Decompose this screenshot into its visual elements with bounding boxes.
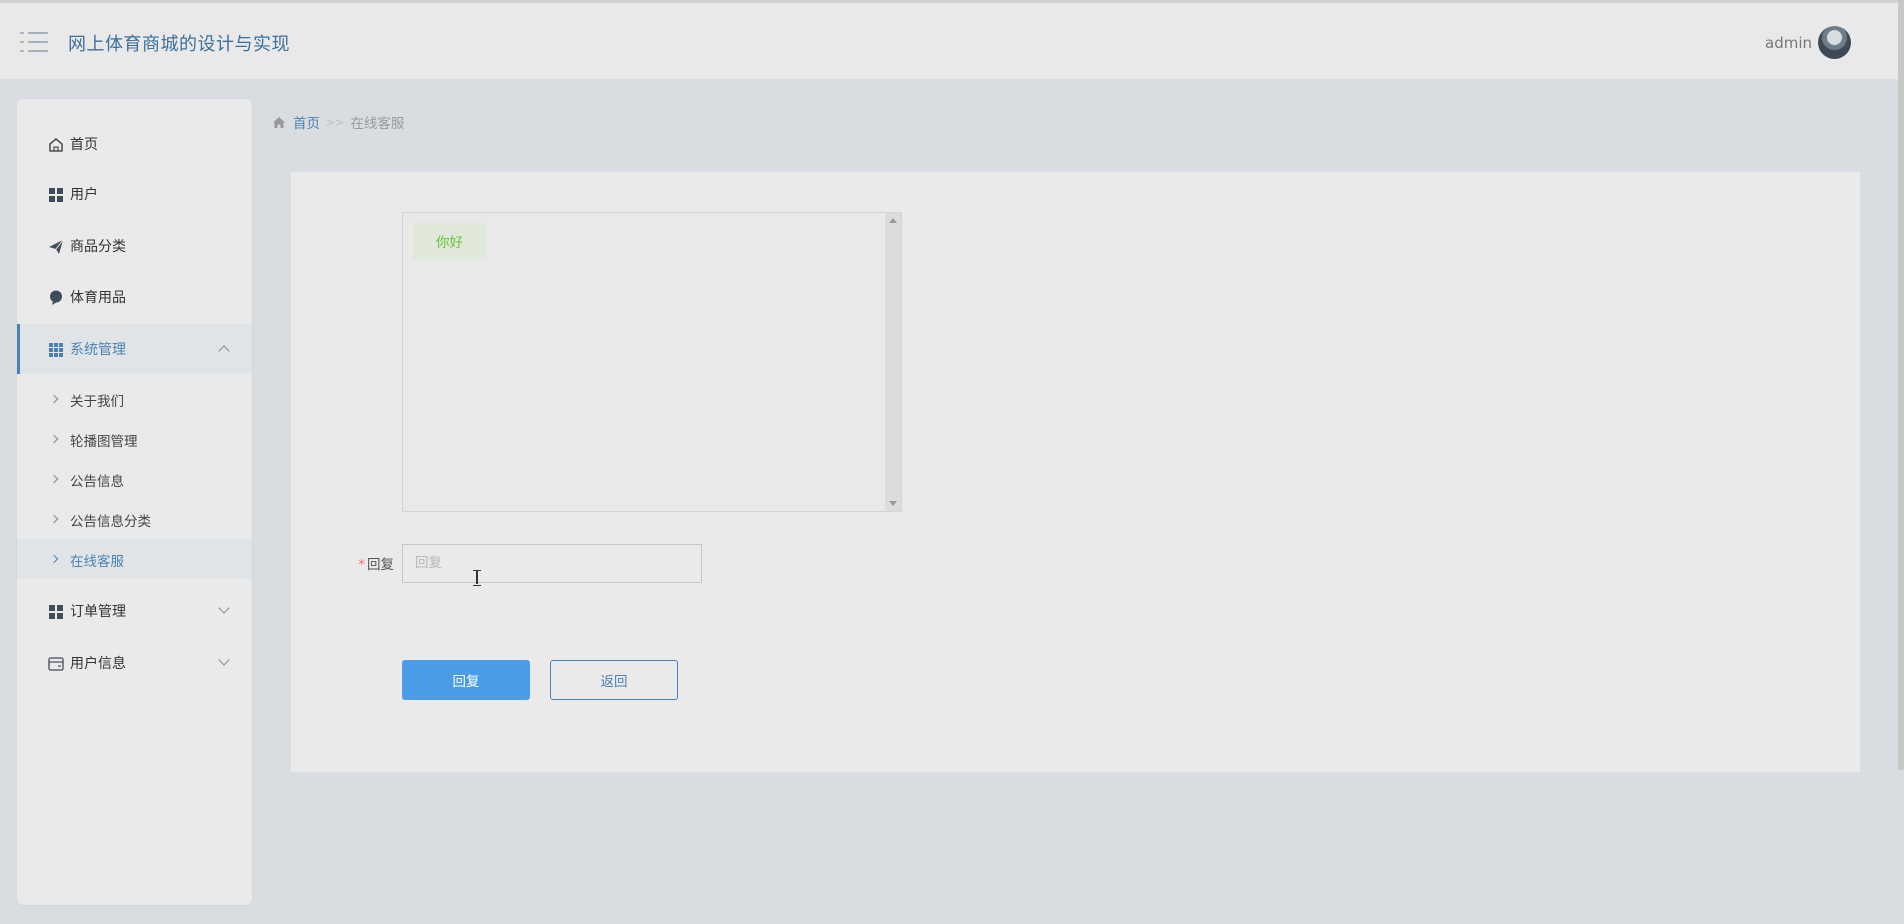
page-scrollbar[interactable]: [1898, 0, 1904, 770]
chevron-right-icon: [49, 434, 59, 444]
wallet-icon: [48, 657, 64, 671]
text-cursor-icon: [473, 570, 481, 586]
breadcrumb-separator: >>: [326, 115, 345, 129]
sidebar-item-category[interactable]: 商品分类: [17, 221, 252, 271]
sidebar-subitem-notice[interactable]: 公告信息: [17, 459, 252, 499]
sidebar-item-label: 商品分类: [70, 239, 126, 255]
chat-scrollbar[interactable]: [885, 213, 901, 511]
sidebar-item-sports-goods[interactable]: 体育用品: [17, 272, 252, 322]
sidebar-item-orders[interactable]: 订单管理: [17, 586, 252, 636]
sidebar-subitem-label: 关于我们: [70, 394, 124, 410]
scroll-up-icon[interactable]: [889, 218, 897, 223]
chevron-up-icon: [218, 345, 230, 357]
sidebar-subitem-label: 公告信息分类: [70, 514, 151, 530]
sidebar-subitem-label: 轮播图管理: [70, 434, 138, 450]
sidebar-item-users[interactable]: 用户: [17, 169, 252, 219]
sidebar-item-label: 首页: [70, 137, 98, 153]
chat-history-box[interactable]: 你好: [402, 212, 902, 512]
chevron-right-icon: [49, 474, 59, 484]
required-marker: *: [358, 557, 365, 573]
grid-icon: [49, 605, 63, 619]
home-icon: [49, 138, 63, 152]
reply-label-text: 回复: [367, 557, 394, 573]
reply-form-row: * 回复: [350, 543, 702, 583]
sidebar-item-label: 订单管理: [70, 604, 126, 620]
sidebar-item-system[interactable]: 系统管理: [17, 324, 252, 374]
sidebar-item-label: 体育用品: [70, 290, 126, 306]
chevron-right-icon: [49, 514, 59, 524]
sidebar-item-label: 用户信息: [70, 656, 126, 672]
main-panel: 你好 *回复 回复 返回: [291, 172, 1860, 772]
chevron-down-icon: [218, 654, 230, 666]
sidebar-item-user-info[interactable]: 用户信息: [17, 638, 252, 688]
app-title: 网上体育商城的设计与实现: [68, 34, 290, 55]
sidebar-subitem-online-service[interactable]: 在线客服: [17, 539, 252, 579]
back-button[interactable]: 返回: [550, 660, 678, 700]
sidebar-subitem-notice-category[interactable]: 公告信息分类: [17, 499, 252, 539]
apps-icon: [49, 343, 63, 357]
sidebar-item-home[interactable]: 首页: [17, 119, 252, 169]
user-name[interactable]: admin: [1765, 34, 1812, 52]
scroll-down-icon[interactable]: [889, 501, 897, 506]
reply-label: * 回复: [350, 553, 402, 573]
sidebar-item-label: 系统管理: [70, 342, 126, 358]
breadcrumb: 首页 >> 在线客服: [273, 112, 404, 132]
sidebar-subitem-label: 在线客服: [70, 554, 124, 570]
reply-input[interactable]: [402, 543, 702, 583]
sidebar-item-label: 用户: [70, 187, 98, 203]
top-header: 网上体育商城的设计与实现 admin: [0, 0, 1904, 79]
reply-submit-button[interactable]: 回复: [402, 660, 530, 700]
menu-toggle-icon[interactable]: [20, 32, 48, 54]
avatar[interactable]: [1818, 26, 1851, 59]
home-icon: [273, 116, 285, 128]
chevron-down-icon: [218, 602, 230, 614]
paper-plane-icon: [49, 239, 64, 254]
sidebar: 首页 用户 商品分类 体育用品 系统管理 关于我们 轮播图管理 公告信息 公告信…: [17, 99, 252, 905]
bulb-icon: [50, 290, 62, 305]
chevron-right-icon: [49, 554, 59, 564]
grid-icon: [49, 188, 63, 202]
breadcrumb-current: 在线客服: [350, 116, 405, 132]
sidebar-subitem-carousel[interactable]: 轮播图管理: [17, 419, 252, 459]
breadcrumb-home-link[interactable]: 首页: [293, 112, 320, 132]
chevron-right-icon: [49, 394, 59, 404]
sidebar-subitem-label: 公告信息: [70, 474, 124, 490]
sidebar-subitem-about[interactable]: 关于我们: [17, 379, 252, 419]
chat-message: 你好: [413, 223, 486, 259]
